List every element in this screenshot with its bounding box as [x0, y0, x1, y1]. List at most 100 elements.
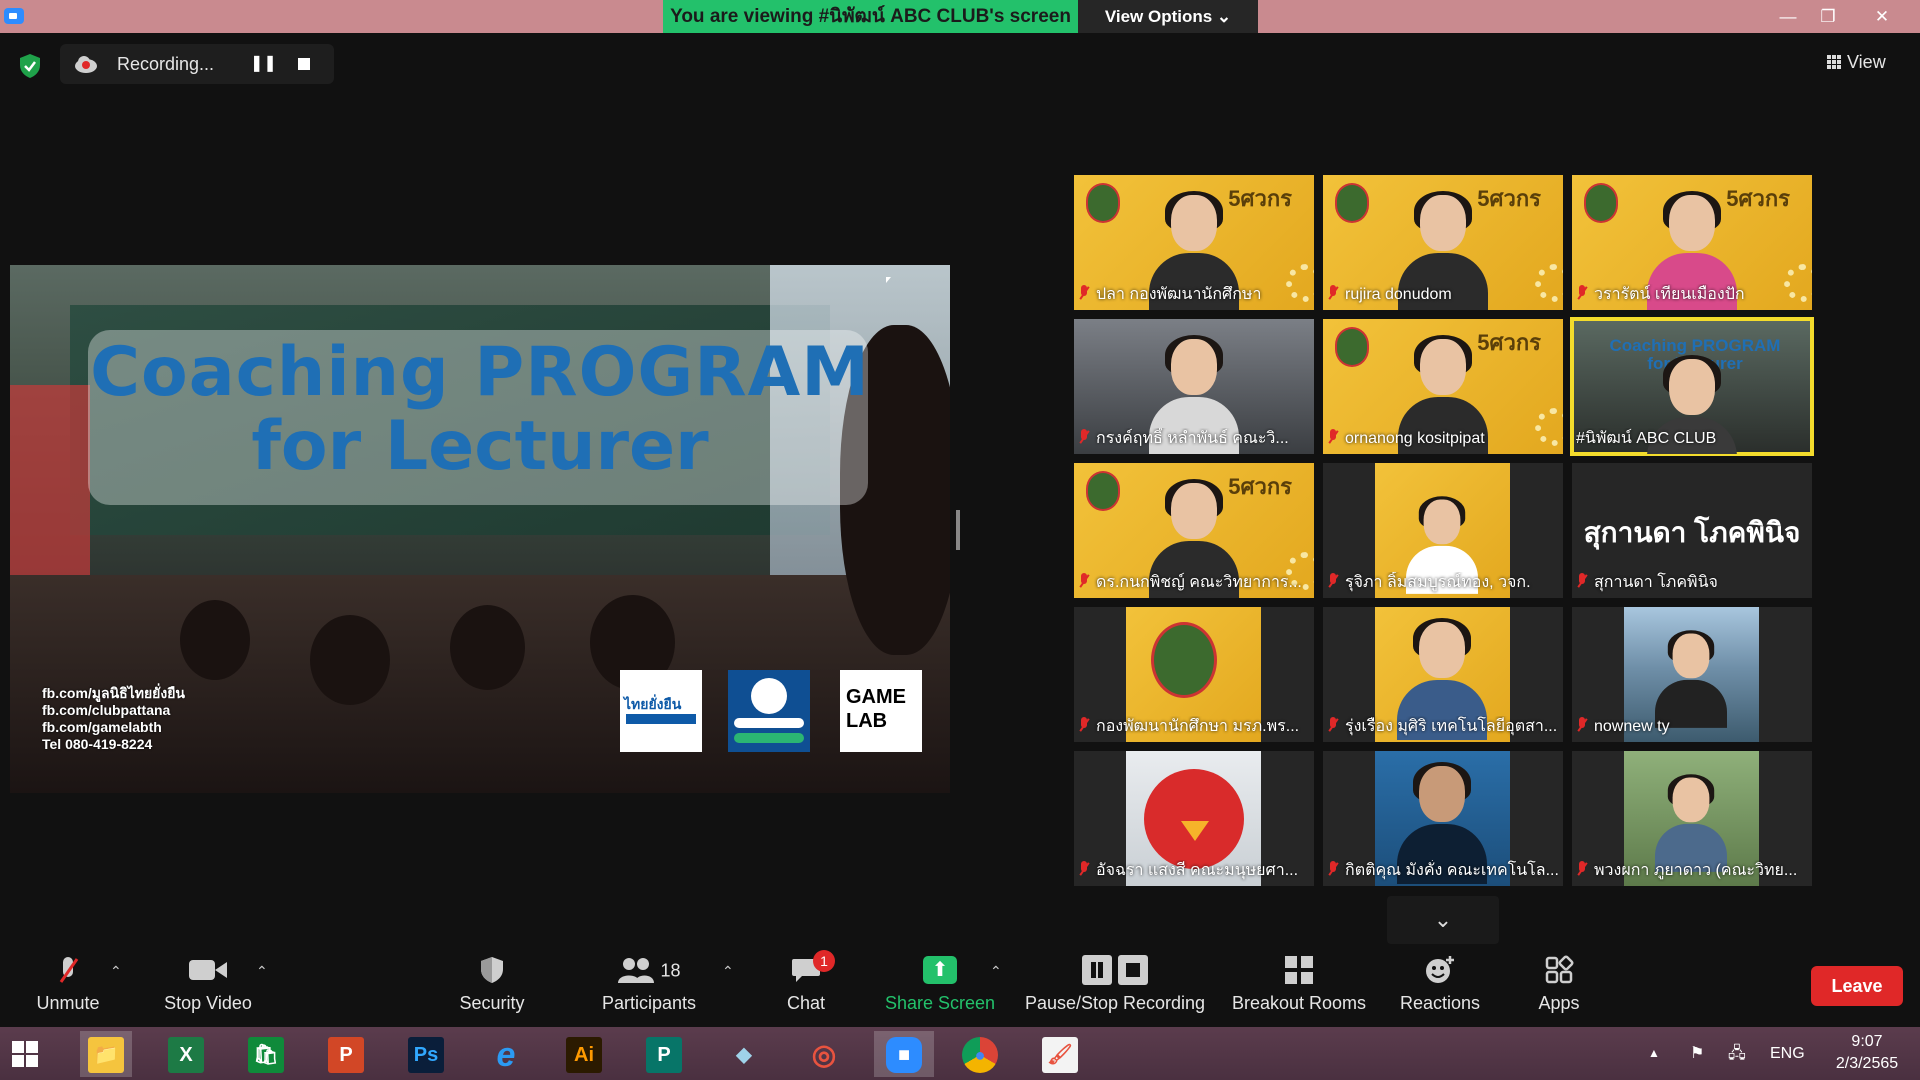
participant-tile[interactable]: nownew ty [1572, 607, 1812, 742]
stop-video-button[interactable]: Stop Video [158, 945, 258, 1027]
eraser-icon: ◆ [736, 1044, 752, 1067]
participant-tile[interactable]: 5ศวกร ปลา กองพัฒนานักศึกษา [1074, 175, 1314, 310]
participant-tile[interactable]: 5ศวกร ornanong kositpipat [1323, 319, 1563, 454]
participants-button[interactable]: 18 Participants [596, 945, 702, 1027]
apps-button[interactable]: Apps [1516, 945, 1602, 1027]
action-center-flag-icon[interactable]: ⚑ [1690, 1027, 1704, 1080]
muted-mic-icon [1327, 717, 1339, 733]
leave-button[interactable]: Leave [1811, 966, 1903, 1006]
participant-name-display: สุกานดา โภคพินิจ [1583, 517, 1801, 548]
participant-tile[interactable]: 5ศวกร ดร.กนกพิชญ์ คณะวิทยาการ... [1074, 463, 1314, 598]
microphone-muted-icon [59, 955, 77, 985]
participant-name: ปลา กองพัฒนานักศึกษา [1078, 284, 1310, 306]
recording-label: Recording... [117, 54, 215, 74]
title-bar: You are viewing #นิพัฒน์ ABC CLUB's scre… [0, 0, 1920, 33]
audience-head [180, 600, 250, 680]
stop-recording-icon[interactable] [298, 58, 310, 70]
participant-name: nownew ty [1576, 716, 1808, 738]
zoom-icon: ■ [886, 1037, 922, 1074]
participant-name: รุจิภา ลิ้มสมบูรณ์ทอง, วจก. [1327, 572, 1559, 594]
pause-stop-recording-button[interactable]: Pause/Stop Recording [1022, 945, 1208, 1027]
view-options-button[interactable]: View Options ⌄ [1078, 0, 1258, 33]
muted-mic-icon [1078, 717, 1090, 733]
zoom-app-icon [4, 8, 24, 24]
logo-text: GAME [846, 686, 906, 708]
taskbar-app-publisher[interactable]: P [638, 1031, 690, 1077]
logo-text: LAB [846, 710, 888, 732]
taskbar-app-illustrator[interactable]: Ai [558, 1031, 610, 1077]
audio-options-chevron-icon[interactable]: ⌃ [110, 963, 124, 980]
breakout-rooms-button[interactable]: Breakout Rooms [1230, 945, 1368, 1027]
active-speaker-tile[interactable]: Coaching PROGRAM for Lecturer #นิพัฒน์ A… [1570, 317, 1814, 456]
restore-button[interactable]: ❐ [1808, 0, 1848, 33]
share-options-chevron-icon[interactable]: ⌃ [990, 963, 1004, 980]
split-view-handle[interactable] [956, 510, 960, 550]
contact-line: fb.com/มูลนิธิไทยยั่งยืน [42, 685, 185, 701]
participant-name: สุกานดา โภคพินิจ [1576, 572, 1808, 594]
taskbar-app-photoscape[interactable]: ◎ [798, 1031, 850, 1077]
security-shield-icon [481, 957, 503, 984]
clock-time: 9:07 [1851, 1033, 1883, 1050]
taskbar-app-paint[interactable]: 🖌 [1034, 1031, 1086, 1077]
participant-name: วรารัตน์ เทียนเมืองปัก [1576, 284, 1808, 306]
windows-start-icon[interactable] [12, 1041, 38, 1067]
contact-line: Tel 080-419-8224 [42, 736, 153, 752]
muted-mic-icon [1327, 861, 1339, 877]
reactions-button[interactable]: Reactions [1390, 945, 1490, 1027]
gallery-next-page-button[interactable]: ⌄ [1387, 896, 1499, 944]
participant-tile[interactable]: กรงค์ฤทธิ์ หลำพันธ์ คณะวิ... [1074, 319, 1314, 454]
taskbar-app-file-explorer[interactable]: 📁 [80, 1031, 132, 1077]
minimize-button[interactable]: — [1768, 0, 1808, 33]
security-label: Security [459, 993, 525, 1013]
participant-tile[interactable]: พวงผกา ภูยาดาว (คณะวิทย... [1572, 751, 1812, 886]
input-language[interactable]: ENG [1770, 1027, 1805, 1080]
taskbar-app-photoshop[interactable]: Ps [400, 1031, 452, 1077]
unmute-label: Unmute [36, 993, 100, 1013]
taskbar-app-eraser[interactable]: ◆ [718, 1031, 770, 1077]
participant-tile[interactable]: กิตติคุณ มังคั่ง คณะเทคโนโล... [1323, 751, 1563, 886]
paint-icon: 🖌 [1042, 1037, 1078, 1074]
encryption-shield-icon[interactable] [16, 52, 44, 80]
logo-wave [734, 733, 804, 743]
participant-tile[interactable]: รุจิภา ลิ้มสมบูรณ์ทอง, วจก. [1323, 463, 1563, 598]
share-screen-button[interactable]: ⬆ Share Screen [880, 945, 1000, 1027]
network-icon[interactable]: 🖧 [1728, 1027, 1746, 1080]
participant-tile[interactable]: 5ศวกร rujira donudom [1323, 175, 1563, 310]
participant-tile[interactable]: กองพัฒนานักศึกษา มรภ.พร... [1074, 607, 1314, 742]
pause-recording-icon[interactable]: ❚❚ [250, 54, 277, 74]
participant-tile[interactable]: อัจฉรา แสงสี คณะมนุษยศา... [1074, 751, 1314, 886]
security-button[interactable]: Security [450, 945, 534, 1027]
logo-sun [751, 678, 787, 714]
breakout-rooms-label: Breakout Rooms [1231, 993, 1367, 1013]
participant-tile[interactable]: รุ่งเรือง มุศิริ เทคโนโลยีอุตสา... [1323, 607, 1563, 742]
participant-name: rujira donudom [1327, 284, 1559, 306]
taskbar-app-excel[interactable]: X [160, 1031, 212, 1077]
illustrator-icon: Ai [566, 1037, 602, 1074]
unmute-button[interactable]: Unmute [22, 945, 114, 1027]
close-button[interactable]: ✕ [1862, 0, 1902, 33]
grid-icon [1827, 55, 1841, 69]
participant-tile[interactable]: 5ศวกร วรารัตน์ เทียนเมืองปัก [1572, 175, 1812, 310]
view-button[interactable]: View [1827, 42, 1907, 82]
muted-mic-icon [1576, 573, 1588, 589]
pause-icon [1082, 955, 1112, 986]
participant-name: #นิพัฒน์ ABC CLUB [1576, 430, 1717, 447]
taskbar-app-store[interactable]: 🛍 [240, 1031, 292, 1077]
taskbar-app-chrome[interactable]: ● [954, 1031, 1006, 1077]
participants-options-chevron-icon[interactable]: ⌃ [722, 963, 736, 980]
taskbar-app-powerpoint[interactable]: P [320, 1031, 372, 1077]
foundation-logo [728, 670, 810, 752]
stop-icon [1118, 955, 1148, 986]
photoshop-icon: Ps [408, 1037, 444, 1074]
video-options-chevron-icon[interactable]: ⌃ [256, 963, 270, 980]
viewing-screen-banner: You are viewing #นิพัฒน์ ABC CLUB's scre… [663, 0, 1078, 33]
system-clock[interactable]: 9:07 2/3/2565 [1820, 1031, 1914, 1075]
share-screen-arrow-icon: ⬆ [923, 956, 957, 985]
windows-taskbar: 📁 X 🛍 P Ps e Ai P ◆ ◎ ■ ● 🖌 ▲ ⚑ 🖧 ENG 9:… [0, 1027, 1920, 1080]
university-emblem-icon [1086, 471, 1120, 511]
show-hidden-icons-chevron-icon[interactable]: ▲ [1648, 1027, 1660, 1080]
taskbar-app-internet-explorer[interactable]: e [480, 1031, 532, 1077]
participant-name: กิตติคุณ มังคั่ง คณะเทคโนโล... [1327, 860, 1559, 882]
participant-tile[interactable]: สุกานดา โภคพินิจ สุกานดา โภคพินิจ [1572, 463, 1812, 598]
taskbar-app-zoom[interactable]: ■ [874, 1031, 934, 1077]
